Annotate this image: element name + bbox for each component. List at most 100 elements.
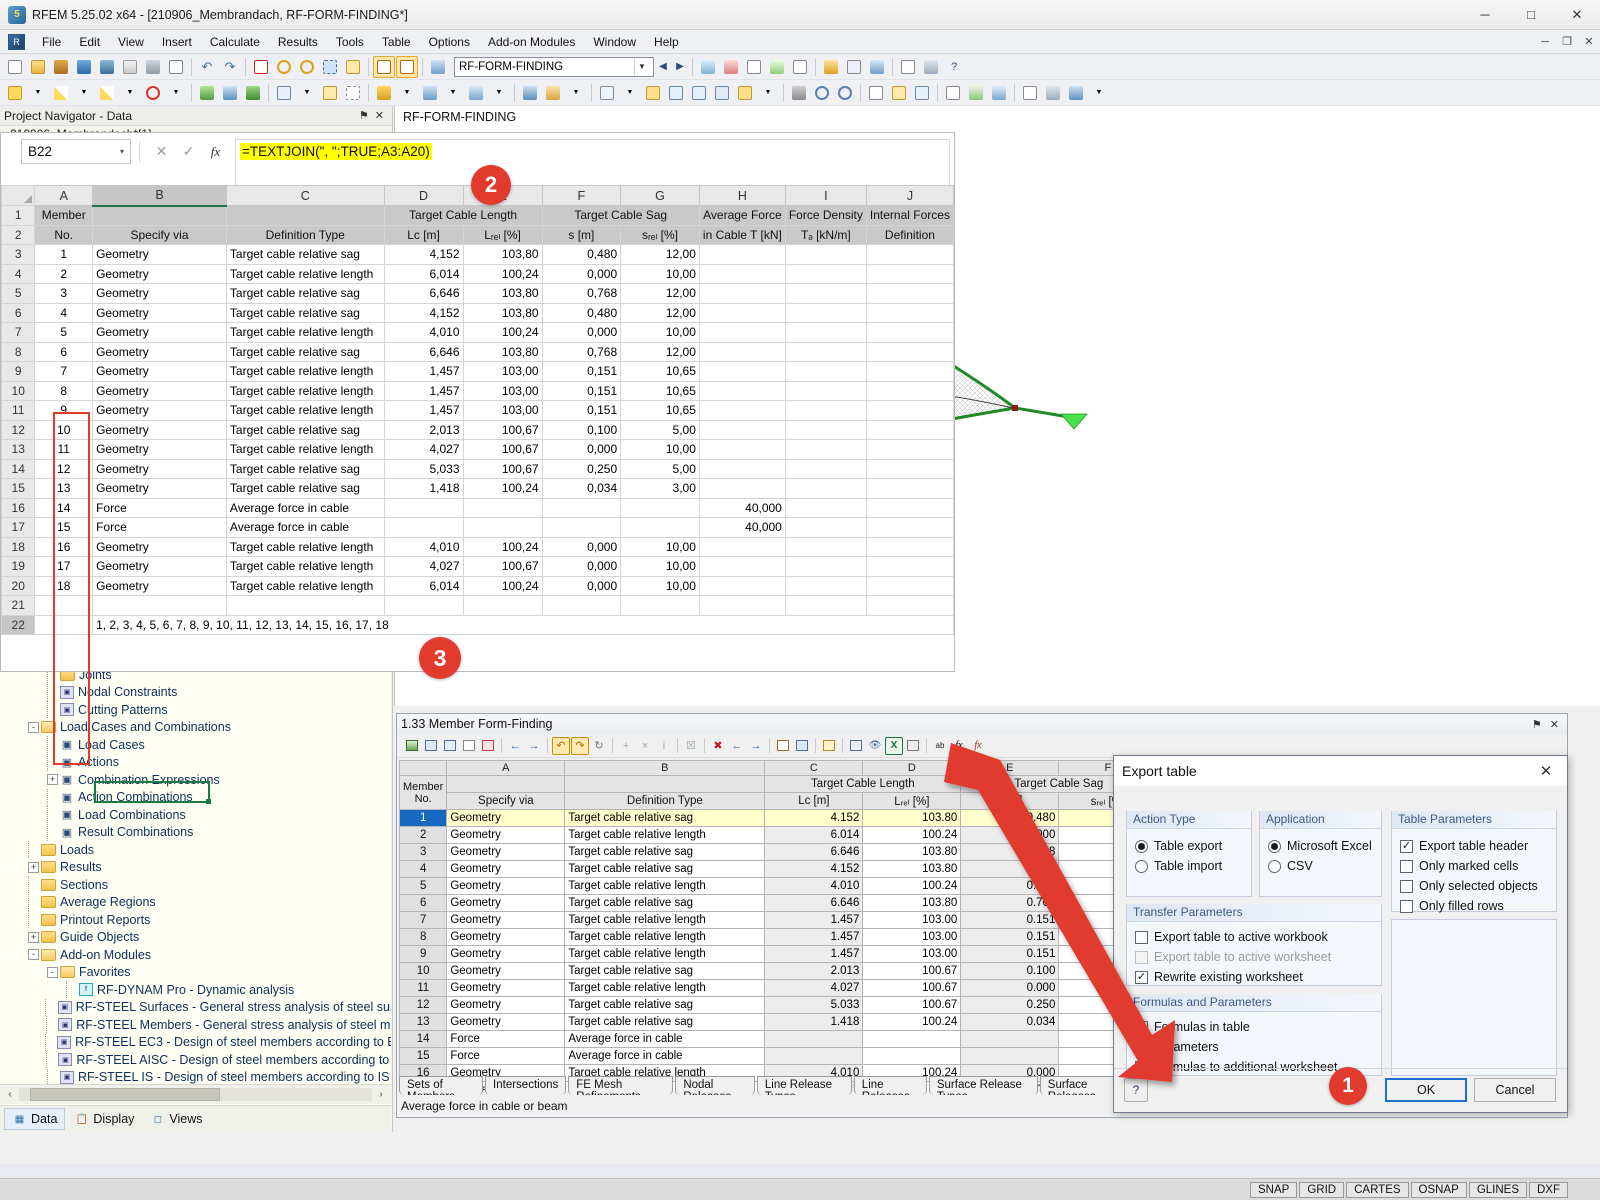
- excel-cell[interactable]: 0,768: [542, 284, 621, 304]
- expand-icon[interactable]: +: [28, 862, 39, 873]
- excel-cell[interactable]: [93, 596, 227, 616]
- ok-button[interactable]: OK: [1385, 1078, 1467, 1102]
- excel-cell[interactable]: [866, 518, 953, 538]
- excel-cell[interactable]: [384, 498, 463, 518]
- excel-cell[interactable]: [866, 362, 953, 382]
- table-cell[interactable]: Target cable relative length: [565, 878, 765, 895]
- results-values-icon[interactable]: [942, 82, 964, 104]
- table-cell[interactable]: Target cable relative length: [565, 946, 765, 963]
- sheet-tab-sets-of-members[interactable]: Sets of Members: [399, 1076, 483, 1095]
- excel-cell[interactable]: 0,034: [542, 479, 621, 499]
- collapse-icon[interactable]: -: [47, 967, 58, 978]
- table-cell[interactable]: [863, 1031, 961, 1048]
- excel-cell[interactable]: Geometry: [93, 381, 227, 401]
- table-ab-icon[interactable]: ab: [931, 737, 949, 755]
- excel-cell-B22[interactable]: 1, 2, 3, 4, 5, 6, 7, 8, 9, 10, 11, 12, 1…: [93, 615, 954, 635]
- table-cell[interactable]: [765, 1031, 863, 1048]
- excel-cell[interactable]: 4,010: [384, 537, 463, 557]
- table-row-number[interactable]: 10: [400, 963, 447, 980]
- excel-cell[interactable]: 8: [35, 381, 93, 401]
- excel-rowhead-13[interactable]: 13: [2, 440, 35, 460]
- excel-cell[interactable]: [699, 479, 785, 499]
- excel-cell[interactable]: Average force in cable: [226, 518, 384, 538]
- radio-csv[interactable]: CSV: [1260, 856, 1381, 876]
- excel-row[interactable]: 53GeometryTarget cable relative sag6,646…: [2, 284, 954, 304]
- excel-cell[interactable]: 11: [35, 440, 93, 460]
- excel-rowhead-14[interactable]: 14: [2, 459, 35, 479]
- navigator-tree-item[interactable]: fRF-DYNAM Pro - Dynamic analysis: [0, 981, 391, 999]
- table-cell[interactable]: Average force in cable: [565, 1031, 765, 1048]
- excel-cell[interactable]: 4,027: [384, 440, 463, 460]
- expand-icon[interactable]: +: [47, 774, 58, 785]
- excel-cell-F2[interactable]: s [m]: [542, 225, 621, 245]
- excel-row[interactable]: 119GeometryTarget cable relative length1…: [2, 401, 954, 421]
- table-import-icon[interactable]: [441, 737, 459, 755]
- excel-cell[interactable]: 1,457: [384, 362, 463, 382]
- table-cell[interactable]: Force: [447, 1048, 565, 1065]
- excel-cell[interactable]: [699, 596, 785, 616]
- scroll-right-icon[interactable]: ›: [374, 1088, 388, 1102]
- excel-cell[interactable]: 0,151: [542, 362, 621, 382]
- confirm-edit-icon[interactable]: ✓: [175, 139, 202, 164]
- excel-cell[interactable]: 10,65: [621, 381, 700, 401]
- cancel-edit-icon[interactable]: ✕: [148, 139, 175, 164]
- excel-col-G[interactable]: G: [621, 186, 700, 206]
- table-col-B[interactable]: B: [565, 761, 765, 776]
- collapse-icon[interactable]: -: [28, 949, 39, 960]
- table-cell[interactable]: 103.80: [863, 810, 961, 827]
- table-refresh-icon[interactable]: ↻: [590, 737, 608, 755]
- excel-col-I[interactable]: I: [785, 186, 866, 206]
- excel-cell[interactable]: [463, 498, 542, 518]
- excel-cell[interactable]: 103,00: [463, 381, 542, 401]
- table-cell[interactable]: [961, 1031, 1059, 1048]
- formula-input[interactable]: =TEXTJOIN(", ";TRUE;A3:A20): [235, 139, 950, 191]
- excel-cell[interactable]: [384, 518, 463, 538]
- excel-cell[interactable]: [699, 576, 785, 596]
- excel-cell[interactable]: [866, 420, 953, 440]
- excel-cell[interactable]: [866, 303, 953, 323]
- loadcase-select-icon[interactable]: [427, 56, 449, 78]
- excel-cell[interactable]: 14: [35, 498, 93, 518]
- calculate-icon[interactable]: [820, 56, 842, 78]
- result-section-icon[interactable]: [988, 82, 1010, 104]
- excel-cell[interactable]: [785, 264, 866, 284]
- new-hinge-icon[interactable]: [319, 82, 341, 104]
- sheet-tab-nodal-releases[interactable]: Nodal Releases: [675, 1076, 755, 1095]
- line-dropdown-icon[interactable]: ▼: [73, 82, 95, 104]
- table-view-icon[interactable]: 👁: [866, 737, 884, 755]
- new-opening-icon[interactable]: [242, 82, 264, 104]
- table-redo-icon[interactable]: ↷: [571, 737, 589, 755]
- excel-rowhead-3[interactable]: 3: [2, 245, 35, 265]
- radio-microsoft-excel[interactable]: Microsoft Excel: [1260, 836, 1381, 856]
- checkbox-formulas-in-table[interactable]: Formulas in table: [1127, 1017, 1381, 1037]
- table-remove-fx-icon[interactable]: fx: [969, 737, 987, 755]
- table-cell[interactable]: 6.646: [765, 844, 863, 861]
- navigator-tree-item[interactable]: +▣Combination Expressions: [0, 771, 391, 789]
- navigator-tree-item[interactable]: +Guide Objects: [0, 929, 391, 947]
- table-cell[interactable]: Geometry: [447, 912, 565, 929]
- excel-cell[interactable]: 100,67: [463, 557, 542, 577]
- table-row-number[interactable]: 4: [400, 861, 447, 878]
- pin-icon[interactable]: ⚑: [359, 109, 369, 122]
- excel-cell-G2[interactable]: sᵣₑₗ [%]: [621, 225, 700, 245]
- table-cell[interactable]: 0.480: [961, 861, 1059, 878]
- excel-cell[interactable]: [866, 537, 953, 557]
- excel-rowhead-17[interactable]: 17: [2, 518, 35, 538]
- excel-cell-J2[interactable]: Definition: [866, 225, 953, 245]
- excel-rowhead-2[interactable]: 2: [2, 225, 35, 245]
- excel-cell[interactable]: [785, 420, 866, 440]
- status-toggle-glines[interactable]: GLINES: [1469, 1182, 1527, 1198]
- new-arc-icon[interactable]: [142, 82, 164, 104]
- excel-cell[interactable]: 10,00: [621, 576, 700, 596]
- navigator-tree-item[interactable]: ▣RF-STEEL Surfaces - General stress anal…: [0, 999, 391, 1017]
- excel-cell-I1[interactable]: Force Density: [785, 206, 866, 226]
- excel-cell[interactable]: 0,768: [542, 342, 621, 362]
- menu-options[interactable]: Options: [420, 32, 479, 52]
- insert-function-icon[interactable]: fx: [202, 139, 229, 164]
- excel-cell[interactable]: Geometry: [93, 342, 227, 362]
- excel-cell[interactable]: Geometry: [93, 245, 227, 265]
- comment-icon[interactable]: [888, 82, 910, 104]
- excel-cell[interactable]: [866, 498, 953, 518]
- excel-cell[interactable]: [866, 576, 953, 596]
- table-info-icon[interactable]: i: [655, 737, 673, 755]
